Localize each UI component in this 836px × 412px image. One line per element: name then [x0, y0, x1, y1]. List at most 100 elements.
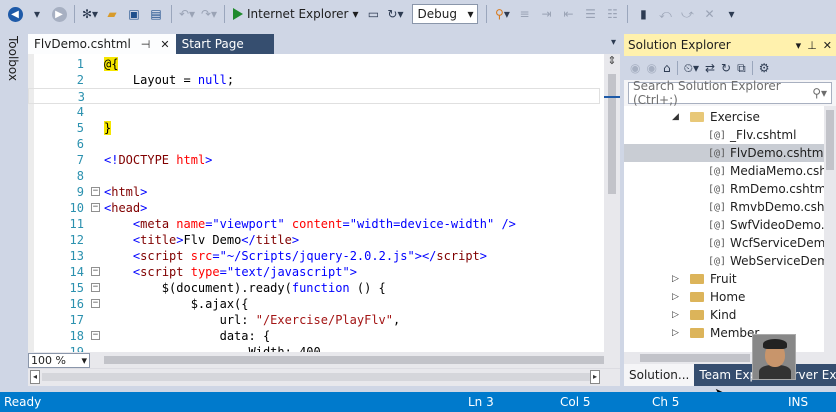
- close-icon[interactable]: ✕: [823, 39, 832, 52]
- split-window-icon[interactable]: ⇕: [604, 54, 620, 68]
- next-bookmark-button[interactable]: ⤻: [678, 4, 696, 24]
- forward-button[interactable]: ▶: [50, 4, 68, 24]
- code-line[interactable]: 10− <head>: [28, 200, 600, 216]
- horizontal-scrollbar[interactable]: [624, 352, 836, 364]
- scroll-thumb[interactable]: [608, 74, 616, 194]
- solution-search-input[interactable]: Search Solution Explorer (Ctrl+;) ⚲▾: [628, 79, 832, 107]
- undo-button[interactable]: ↶ ▾: [178, 4, 196, 24]
- back-dropdown-button[interactable]: ▾: [28, 4, 46, 24]
- code-line[interactable]: 14− <script type="text/javascript">: [28, 264, 600, 280]
- code-line[interactable]: 7 <!DOCTYPE html>: [28, 152, 600, 168]
- start-debugging-button[interactable]: Internet Explorer ▾: [229, 4, 362, 24]
- code-line[interactable]: 13 <script src="~/Scripts/jquery-2.0.2.j…: [28, 248, 600, 264]
- zoom-level-select[interactable]: 100 % ▾: [28, 352, 90, 368]
- tree-item[interactable]: ▷ Fruit: [624, 270, 824, 288]
- forward-arrow-icon[interactable]: ◉: [646, 61, 656, 75]
- expanded-arrow-icon[interactable]: ◢: [672, 108, 679, 126]
- code-line[interactable]: 4: [28, 104, 600, 120]
- prev-bookmark-button[interactable]: ⤺: [656, 4, 674, 24]
- new-project-button[interactable]: ✻ ▾: [81, 4, 99, 24]
- collapse-outline-icon[interactable]: −: [91, 299, 100, 308]
- scroll-left-icon[interactable]: ◂: [30, 370, 40, 384]
- code-line[interactable]: 15− $(document).ready(function () {: [28, 280, 600, 296]
- save-all-button[interactable]: ▤: [147, 4, 165, 24]
- tree-item[interactable]: [@] WebServiceDem: [624, 252, 824, 270]
- save-button[interactable]: ▣: [125, 4, 143, 24]
- tab-start-page[interactable]: Start Page: [175, 34, 274, 54]
- tree-item[interactable]: ▷ Home: [624, 288, 824, 306]
- code-line[interactable]: 9− <html>: [28, 184, 600, 200]
- tree-item[interactable]: [@] MediaMemo.csh: [624, 162, 824, 180]
- tree-item[interactable]: [@] RmDemo.cshtm: [624, 180, 824, 198]
- collapse-outline-icon[interactable]: −: [91, 203, 100, 212]
- tab-overflow-dropdown[interactable]: ▾: [611, 37, 616, 48]
- code-line[interactable]: 1 @{: [28, 56, 600, 72]
- close-icon[interactable]: ✕: [160, 38, 169, 51]
- home-icon[interactable]: ⌂: [663, 61, 671, 75]
- outdent-button[interactable]: ⇤: [559, 4, 577, 24]
- toolbar-overflow-button[interactable]: ▾: [722, 4, 740, 24]
- code-line[interactable]: 2 Layout = null;: [28, 72, 600, 88]
- comment-button[interactable]: ☰: [581, 4, 599, 24]
- tree-item[interactable]: [@] _Flv.cshtml: [624, 126, 824, 144]
- chevron-down-icon[interactable]: ▾: [796, 39, 802, 52]
- code-line[interactable]: 18− data: {: [28, 328, 600, 344]
- vertical-scrollbar[interactable]: [824, 106, 836, 352]
- code-line[interactable]: 6: [28, 136, 600, 152]
- code-line[interactable]: 8: [28, 168, 600, 184]
- collapsed-arrow-icon[interactable]: ▷: [672, 306, 679, 324]
- code-line[interactable]: 16− $.ajax({: [28, 296, 600, 312]
- code-line[interactable]: 17 url: "/Exercise/PlayFlv",: [28, 312, 600, 328]
- vertical-scrollbar[interactable]: ⇕: [604, 54, 620, 352]
- open-file-button[interactable]: ▰: [103, 4, 121, 24]
- collapse-outline-icon[interactable]: −: [91, 331, 100, 340]
- collapsed-arrow-icon[interactable]: ▷: [672, 270, 679, 288]
- tab-flvdemo[interactable]: FlvDemo.cshtml ⊣ ✕: [28, 34, 176, 54]
- bookmark-button[interactable]: ▮: [634, 4, 652, 24]
- pin-icon[interactable]: ⊣: [141, 38, 151, 51]
- tree-item[interactable]: [@] WcfServiceDem: [624, 234, 824, 252]
- horizontal-scroll-thumb[interactable]: [104, 356, 604, 364]
- search-icon[interactable]: ⚲▾: [812, 86, 827, 100]
- collapsed-arrow-icon[interactable]: ▷: [672, 324, 679, 342]
- code-line[interactable]: 5}: [28, 120, 600, 136]
- format-button[interactable]: ≡: [515, 4, 533, 24]
- find-in-files-button[interactable]: ⚲ ▾: [493, 4, 511, 24]
- tree-item[interactable]: [@] SwfVideoDemo.: [624, 216, 824, 234]
- collapsed-arrow-icon[interactable]: ▷: [672, 288, 679, 306]
- clear-bookmarks-button[interactable]: ✕: [700, 4, 718, 24]
- refresh-button[interactable]: ↻ ▾: [386, 4, 404, 24]
- back-button[interactable]: ◀: [6, 4, 24, 24]
- redo-button[interactable]: ↷ ▾: [200, 4, 218, 24]
- code-line[interactable]: 12 <title>Flv Demo</title>: [28, 232, 600, 248]
- horizontal-scroll-thumb[interactable]: [640, 354, 750, 362]
- code-line[interactable]: 3: [28, 88, 600, 104]
- collapse-outline-icon[interactable]: −: [91, 187, 100, 196]
- code-line[interactable]: 11 <meta name="viewport" content="width=…: [28, 216, 600, 232]
- pin-icon[interactable]: ⊥: [807, 39, 817, 52]
- horizontal-scrollbar[interactable]: ◂ ▸: [28, 368, 620, 386]
- toolbox-tab[interactable]: Toolbox: [6, 36, 20, 81]
- uncomment-button[interactable]: ☷: [603, 4, 621, 24]
- collapse-all-icon[interactable]: ⧉: [737, 61, 746, 76]
- sync-icon[interactable]: ⇄: [705, 61, 715, 75]
- horizontal-scroll-thumb[interactable]: [42, 373, 592, 381]
- pending-changes-icon[interactable]: ⏲▾: [684, 61, 699, 76]
- tree-item[interactable]: [@] FlvDemo.cshtml: [624, 144, 824, 162]
- refresh-icon[interactable]: ↻: [721, 61, 731, 75]
- collapse-outline-icon[interactable]: −: [91, 283, 100, 292]
- tree-item[interactable]: [@] RmvbDemo.csh: [624, 198, 824, 216]
- scroll-thumb[interactable]: [826, 110, 834, 170]
- properties-icon[interactable]: ⚙: [759, 61, 770, 75]
- collapse-outline-icon[interactable]: −: [91, 267, 100, 276]
- code-line[interactable]: 19 Width: 400,: [28, 344, 600, 352]
- back-arrow-icon[interactable]: ◉: [630, 61, 640, 75]
- scroll-right-icon[interactable]: ▸: [590, 370, 600, 384]
- browser-link-button[interactable]: ▭: [364, 4, 382, 24]
- tree-item[interactable]: ▷ Kind: [624, 306, 824, 324]
- tree-item[interactable]: ◢ Exercise: [624, 108, 824, 126]
- code-text-area[interactable]: 1 @{2 Layout = null; 3 4 5} 6 7 <!DOCTYPE html>…: [28, 54, 620, 352]
- configuration-select[interactable]: Debug ▾: [412, 4, 479, 24]
- tab-solution-explorer[interactable]: Solution...: [624, 364, 695, 386]
- indent-button[interactable]: ⇥: [537, 4, 555, 24]
